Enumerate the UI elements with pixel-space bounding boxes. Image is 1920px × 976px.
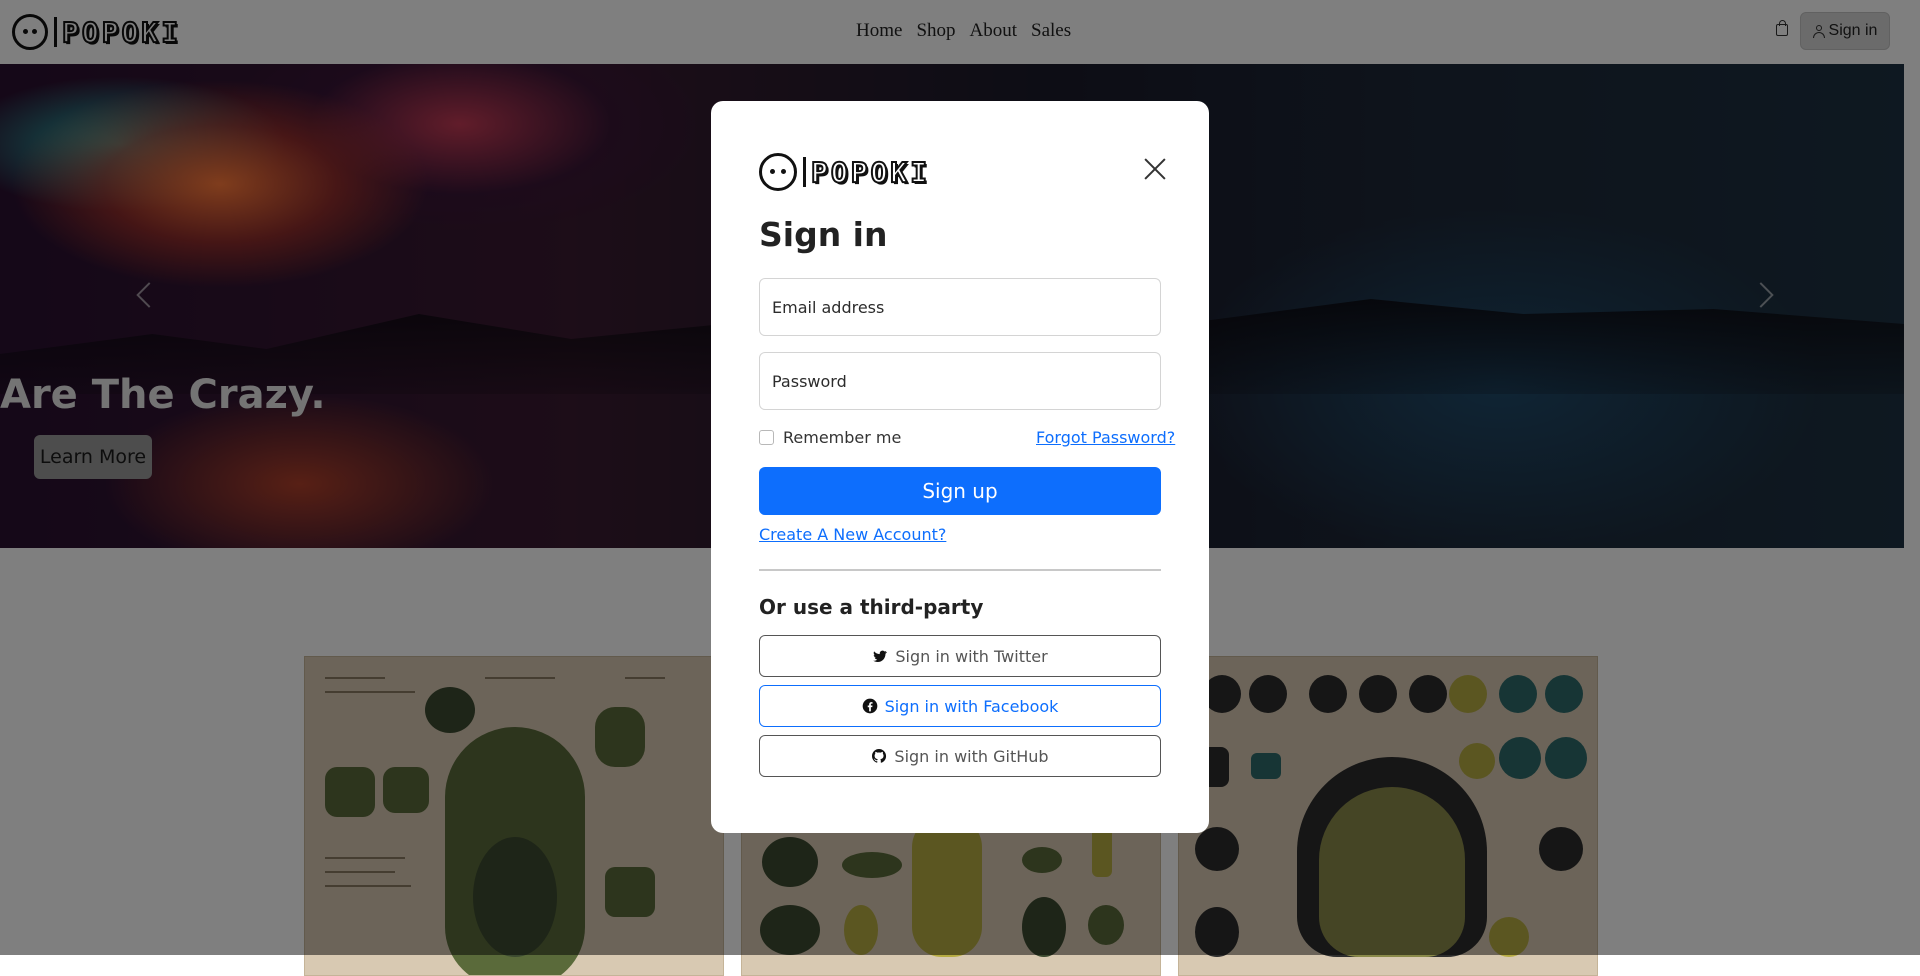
remember-me-label: Remember me [783,428,902,447]
github-icon [872,749,887,763]
facebook-signin-label: Sign in with Facebook [884,696,1059,716]
github-signin-button[interactable]: Sign in with GitHub [759,735,1161,777]
close-icon[interactable] [1143,157,1167,181]
signin-modal: POPOKI Sign in Remember me Forgot Passwo… [711,101,1209,833]
third-party-heading: Or use a third-party [759,595,984,619]
email-field[interactable] [759,278,1161,336]
modal-title: Sign in [759,215,888,254]
forgot-password-link[interactable]: Forgot Password? [1036,428,1175,447]
modal-brand-logo: POPOKI [759,153,930,191]
create-account-link[interactable]: Create A New Account? [759,525,946,544]
remember-me-checkbox[interactable] [759,430,774,445]
github-signin-label: Sign in with GitHub [894,746,1049,766]
logo-divider [803,157,806,187]
signup-button[interactable]: Sign up [759,467,1161,515]
twitter-signin-label: Sign in with Twitter [895,646,1048,666]
facebook-signin-button[interactable]: Sign in with Facebook [759,685,1161,727]
face-icon [759,153,797,191]
divider [759,569,1161,571]
facebook-icon [862,698,877,714]
modal-brand-name: POPOKI [810,155,931,190]
twitter-icon [873,650,888,662]
twitter-signin-button[interactable]: Sign in with Twitter [759,635,1161,677]
password-field[interactable] [759,352,1161,410]
